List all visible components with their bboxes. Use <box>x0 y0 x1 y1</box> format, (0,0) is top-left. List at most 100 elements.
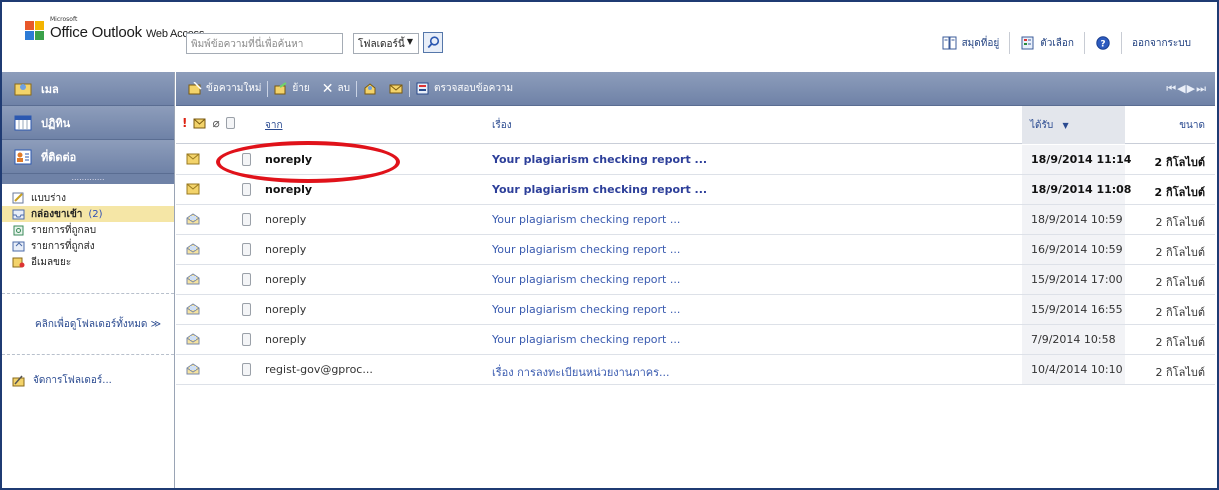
nav-contacts-label: ที่ติดต่อ <box>41 150 77 164</box>
message-from: noreply <box>265 303 307 316</box>
flag-checkbox[interactable] <box>242 213 251 226</box>
flag-checkbox[interactable] <box>242 333 251 346</box>
sort-desc-icon: ▼ <box>1062 121 1069 130</box>
message-received: 15/9/2014 16:55 <box>1031 303 1123 316</box>
show-all-folders-link[interactable]: คลิกเพื่อดูโฟลเดอร์ทั้งหมด ≫ <box>2 293 174 355</box>
folder-label: รายการที่ถูกลบ <box>31 224 97 236</box>
app-logo: Microsoft Office Outlook Web Access <box>24 14 204 46</box>
mark-unread-button[interactable] <box>383 82 409 95</box>
flag-checkbox[interactable] <box>242 303 251 316</box>
nav-mail-label: เมล <box>41 82 59 96</box>
search-button[interactable] <box>423 32 443 53</box>
column-from[interactable]: จาก <box>265 118 283 133</box>
message-subject: Your plagiarism checking report ... <box>492 303 681 316</box>
folder-sent-items[interactable]: รายการที่ถูกส่ง <box>2 238 174 254</box>
nav-splitter[interactable]: ............. <box>2 174 174 184</box>
drafts-icon <box>12 192 24 204</box>
dropdown-arrow-icon: ▼ <box>406 37 413 46</box>
flag-checkbox[interactable] <box>242 273 251 286</box>
message-size: 2 กิโลไบต์ <box>1155 276 1205 289</box>
unread-envelope-icon <box>186 153 200 165</box>
options-label: ตัวเลือก <box>1040 37 1074 49</box>
flag-checkbox[interactable] <box>242 243 251 256</box>
message-list: noreply Your plagiarism checking report … <box>176 145 1215 385</box>
message-row[interactable]: noreply Your plagiarism checking report … <box>176 325 1215 355</box>
search-scope-select[interactable]: โฟลเดอร์นี้ ▼ <box>353 33 419 54</box>
message-row[interactable]: noreply Your plagiarism checking report … <box>176 235 1215 265</box>
check-messages-button[interactable]: ตรวจสอบข้อความ <box>410 81 519 96</box>
column-size[interactable]: ขนาด <box>1179 118 1205 133</box>
message-subject: Your plagiarism checking report ... <box>492 153 708 166</box>
sent-items-icon <box>12 241 25 252</box>
move-icon <box>274 82 287 95</box>
header-icons: ! ⌀ <box>182 116 235 130</box>
column-received[interactable]: ได้รับ ▼ <box>1022 106 1125 144</box>
folder-inbox[interactable]: กล่องขาเข้า (2) <box>2 206 174 222</box>
column-subject[interactable]: เรื่อง <box>492 118 512 133</box>
folder-deleted-items[interactable]: รายการที่ถูกลบ <box>2 222 174 238</box>
nav-mail[interactable]: เมล <box>2 72 174 106</box>
read-envelope-icon <box>186 363 200 375</box>
nav-contacts[interactable]: ที่ติดต่อ <box>2 140 174 174</box>
message-received: 16/9/2014 10:59 <box>1031 243 1123 256</box>
mark-read-button[interactable] <box>357 82 383 95</box>
message-size: 2 กิโลไบต์ <box>1154 186 1205 199</box>
column-received-label: ได้รับ <box>1030 120 1054 131</box>
message-received: 18/9/2014 11:08 <box>1031 183 1132 196</box>
search-icon <box>427 36 440 49</box>
delete-icon: ✕ <box>321 80 334 97</box>
help-icon: ? <box>1096 36 1110 50</box>
delete-button[interactable]: ✕ ลบ <box>316 81 356 97</box>
manage-folders-icon <box>12 375 25 386</box>
message-row[interactable]: regist-gov@gproc... เรื่อง การลงทะเบียนห… <box>176 355 1215 385</box>
message-row[interactable]: noreply Your plagiarism checking report … <box>176 265 1215 295</box>
logo-brand: Microsoft <box>50 16 78 23</box>
new-message-button[interactable]: ข้อความใหม่ <box>182 81 267 96</box>
message-received: 7/9/2014 10:58 <box>1031 333 1116 346</box>
nav-calendar[interactable]: ปฏิทิน <box>2 106 174 140</box>
flag-checkbox[interactable] <box>242 183 251 196</box>
message-from: noreply <box>265 153 313 166</box>
options-link[interactable]: ตัวเลือก <box>1009 32 1084 54</box>
attachment-icon[interactable]: ⌀ <box>212 116 219 130</box>
message-size: 2 กิโลไบต์ <box>1155 246 1205 259</box>
pager-controls[interactable]: ⏮◀▶⏭ <box>1166 82 1207 96</box>
flag-icon[interactable] <box>225 117 235 129</box>
message-from: noreply <box>265 243 307 256</box>
move-label: ย้าย <box>292 83 310 94</box>
message-size: 2 กิโลไบต์ <box>1154 156 1205 169</box>
message-from: noreply <box>265 213 307 226</box>
message-received: 18/9/2014 11:14 <box>1031 153 1132 166</box>
message-subject: เรื่อง การลงทะเบียนหน่วยงานภาคร... <box>492 366 670 379</box>
importance-icon[interactable]: ! <box>182 116 187 130</box>
flag-checkbox[interactable] <box>242 363 251 376</box>
move-button[interactable]: ย้าย <box>268 81 315 96</box>
folder-label: กล่องขาเข้า <box>31 208 83 220</box>
address-book-icon <box>942 36 957 50</box>
message-row[interactable]: noreply Your plagiarism checking report … <box>176 175 1215 205</box>
deleted-items-icon <box>13 225 24 236</box>
message-row[interactable]: noreply Your plagiarism checking report … <box>176 295 1215 325</box>
message-size: 2 กิโลไบต์ <box>1155 216 1205 229</box>
help-link[interactable]: ? <box>1083 32 1121 54</box>
message-subject: Your plagiarism checking report ... <box>492 183 708 196</box>
manage-folders-link[interactable]: จัดการโฟลเดอร์... <box>2 373 174 388</box>
message-row[interactable]: noreply Your plagiarism checking report … <box>176 205 1215 235</box>
message-size: 2 กิโลไบต์ <box>1155 336 1205 349</box>
flag-checkbox[interactable] <box>242 153 251 166</box>
folder-drafts[interactable]: แบบร่าง <box>2 190 174 206</box>
message-type-icon[interactable] <box>193 118 206 129</box>
address-book-link[interactable]: สมุดที่อยู่ <box>932 32 1010 54</box>
logo-title: Office Outlook Web Access <box>50 24 204 41</box>
mark-unread-icon <box>389 84 403 94</box>
message-subject: Your plagiarism checking report ... <box>492 273 681 286</box>
new-message-label: ข้อความใหม่ <box>206 83 262 94</box>
search-input[interactable]: พิมพ์ข้อความที่นี่เพื่อค้นหา <box>186 33 343 54</box>
folder-junk-email[interactable]: อีเมลขยะ <box>2 254 174 270</box>
message-row[interactable]: noreply Your plagiarism checking report … <box>176 145 1215 175</box>
office-logo-icon <box>25 21 44 40</box>
logout-link[interactable]: ออกจากระบบ <box>1120 32 1201 54</box>
unread-count: (2) <box>88 208 103 220</box>
message-received: 10/4/2014 10:10 <box>1031 363 1123 376</box>
mark-read-icon <box>364 83 376 95</box>
